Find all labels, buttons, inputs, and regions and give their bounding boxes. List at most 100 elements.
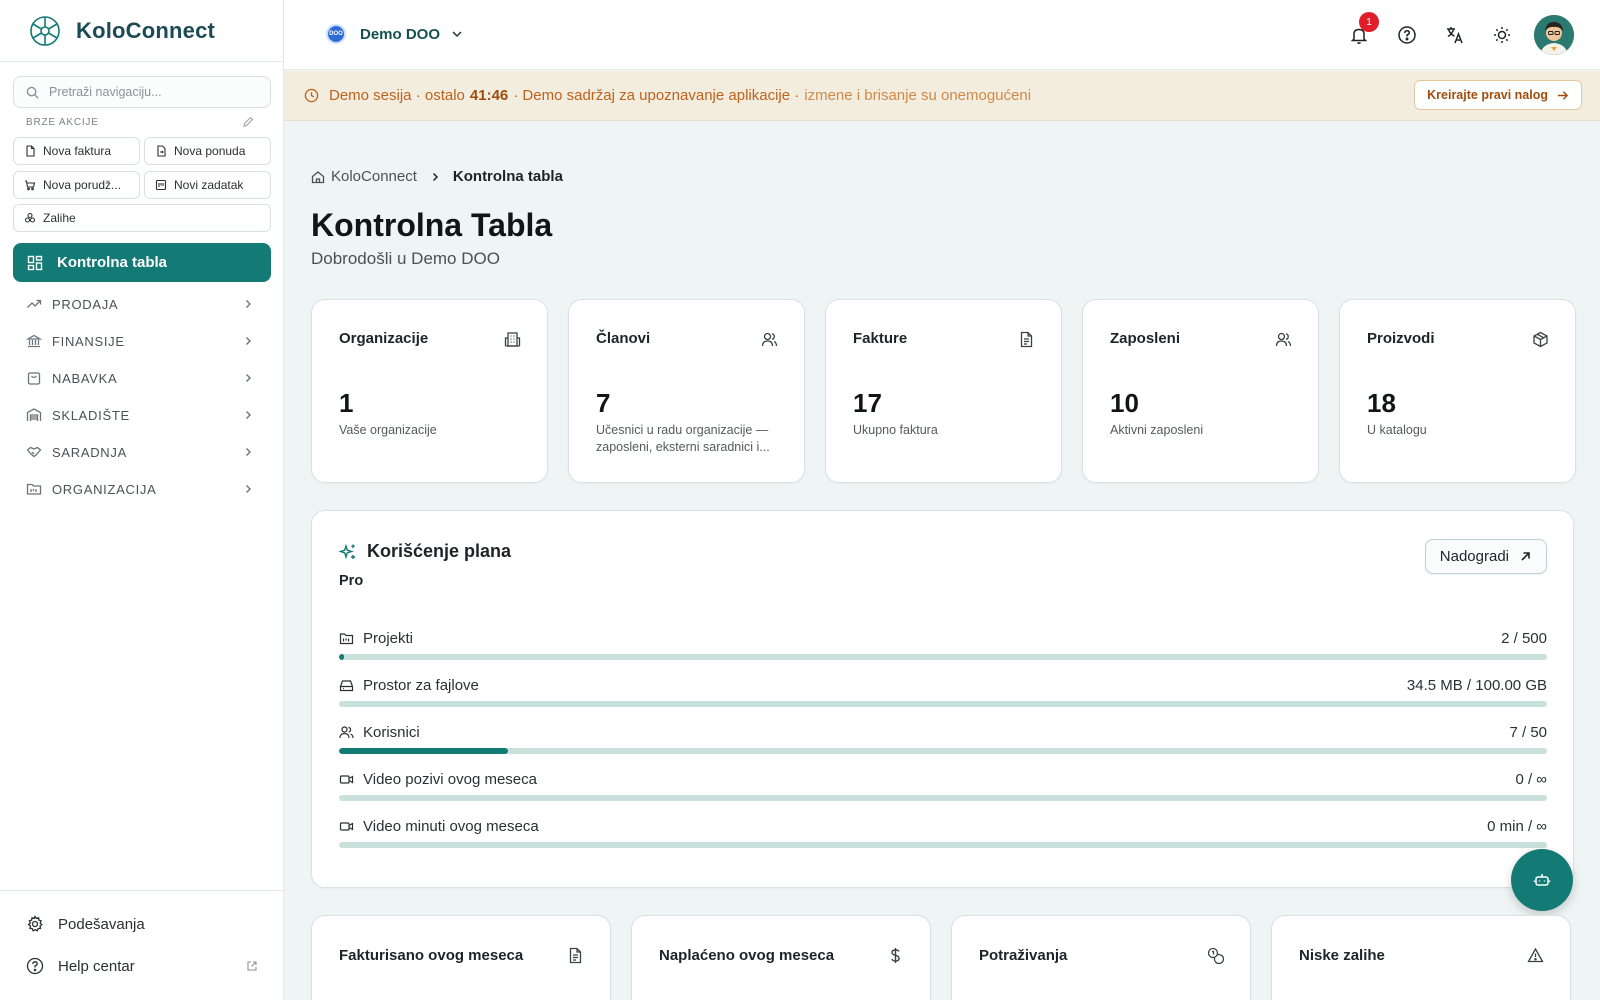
sun-icon[interactable] [1491, 24, 1513, 46]
kpi-label: Fakturisano ovog meseca [339, 947, 524, 964]
chevron-right-icon [432, 172, 438, 181]
stat-label: Članovi [596, 330, 651, 347]
sidebar-section-nabavka[interactable]: NABAVKA [26, 366, 254, 390]
quick-action-label: Nova faktura [43, 144, 112, 158]
stat-value: 1 [339, 388, 354, 418]
clock-icon [304, 88, 319, 103]
quick-action-inventory[interactable]: Zalihe [13, 204, 271, 232]
sidebar-section-organizacija[interactable]: ORGANIZACIJA [26, 477, 254, 501]
gear-icon [27, 915, 43, 932]
trend-icon [27, 299, 42, 308]
kpi-card-receivables[interactable]: Potraživanja [951, 915, 1251, 1000]
warning-icon [1527, 947, 1544, 963]
stat-card-organizations[interactable]: Organizacije 1 Vaše organizacije [311, 299, 548, 483]
breadcrumb-root[interactable]: KoloConnect [331, 168, 417, 185]
usage-progress-track [339, 842, 1547, 848]
folder-icon [26, 483, 42, 495]
quick-action-label: Novi zadatak [174, 178, 244, 192]
grid-icon [27, 255, 43, 270]
search-placeholder: Pretraži navigaciju... [49, 85, 162, 99]
sidebar-section-skladiste[interactable]: SKLADIŠTE [26, 403, 254, 427]
sidebar-section-finansije[interactable]: FINANSIJE [26, 329, 254, 353]
video-icon [339, 775, 354, 784]
sidebar-item-dashboard[interactable]: Kontrolna tabla [13, 243, 271, 282]
sidebar-section-label: SARADNJA [52, 444, 127, 460]
usage-value: 34.5 MB / 100.00 GB [1406, 677, 1547, 694]
handshake-icon [26, 446, 42, 458]
quick-action-new-invoice[interactable]: Nova faktura [13, 137, 140, 165]
translate-icon[interactable] [1444, 24, 1466, 46]
kpi-label: Niske zalihe [1299, 947, 1385, 964]
upgrade-button[interactable]: Nadogradi [1424, 539, 1547, 574]
settings-link[interactable]: Podešavanja [26, 915, 258, 933]
create-account-label: Kreirajte pravi nalog [1427, 88, 1548, 102]
usage-progress-track [339, 795, 1547, 801]
create-account-button[interactable]: Kreirajte pravi nalog [1414, 80, 1582, 110]
app-logo[interactable]: KoloConnect [0, 0, 283, 62]
stat-card-employees[interactable]: Zaposleni 10 Aktivni zaposleni [1082, 299, 1319, 483]
dollar-icon [891, 948, 900, 963]
quick-action-new-task[interactable]: Novi zadatak [144, 171, 271, 199]
sidebar-section-label: PRODAJA [52, 296, 119, 312]
usage-label-text: Video pozivi ovog meseca [363, 771, 537, 788]
kpi-label: Potraživanja [979, 947, 1068, 964]
plan-title-text: Korišćenje plana [367, 541, 512, 561]
usage-progress-track [339, 701, 1547, 707]
users-icon [1275, 332, 1292, 347]
building-icon [504, 332, 521, 347]
nav-search-input[interactable]: Pretraži navigaciju... [13, 76, 271, 108]
usage-label: Projekti [339, 630, 413, 647]
bot-icon [1533, 874, 1551, 886]
user-avatar[interactable] [1534, 15, 1574, 55]
kpi-card-collected-this-month[interactable]: Naplaćeno ovog meseca [631, 915, 931, 1000]
usage-row-projects: Projekti 2 / 500 [339, 630, 1547, 666]
stat-card-members[interactable]: Članovi 7 Učesnici u radu organizacije —… [568, 299, 805, 483]
folder-icon [339, 633, 354, 645]
assistant-fab-button[interactable] [1511, 849, 1573, 911]
stat-card-products[interactable]: Proizvodi 18 U katalogu [1339, 299, 1576, 483]
chevron-right-icon [246, 337, 251, 345]
stat-description: U katalogu [1367, 423, 1427, 437]
stat-card-invoices[interactable]: Fakture 17 Ukupno faktura [825, 299, 1062, 483]
usage-row-storage: Prostor za fajlove 34.5 MB / 100.00 GB [339, 677, 1547, 713]
chevron-right-icon [246, 485, 251, 493]
boxes-icon [24, 212, 36, 223]
arrow-up-right-icon [1521, 552, 1530, 561]
stat-label: Proizvodi [1367, 330, 1435, 347]
usage-progress-fill [339, 654, 344, 660]
kpi-card-invoiced-this-month[interactable]: Fakturisano ovog meseca [311, 915, 611, 1000]
sidebar-section-prodaja[interactable]: PRODAJA [26, 292, 254, 316]
file-arrow-icon [157, 145, 166, 157]
users-icon [761, 332, 778, 347]
demo-session-banner: Demo sesija · ostalo 41:46 · Demo sadrža… [284, 71, 1600, 121]
page-title: Kontrolna Tabla [311, 207, 553, 243]
plan-usage-title: Korišćenje plana [339, 541, 511, 562]
breadcrumb: KoloConnect Kontrolna tabla [311, 168, 563, 185]
document-icon [569, 947, 582, 964]
settings-label: Podešavanja [58, 915, 145, 933]
page-subtitle: Dobrodošli u Demo DOO [311, 249, 500, 268]
help-circle-icon [26, 957, 44, 975]
drive-icon [339, 680, 354, 692]
pencil-icon[interactable] [242, 116, 254, 128]
usage-label-text: Prostor za fajlove [363, 677, 479, 694]
usage-label: Korisnici [339, 724, 420, 741]
org-switcher[interactable]: DOO Demo DOO [326, 24, 464, 44]
kpi-card-low-stock[interactable]: Niske zalihe [1271, 915, 1571, 1000]
quick-actions-header: BRZE AKCIJE [26, 116, 254, 128]
chevron-right-icon [246, 411, 251, 419]
sidebar-section-saradnja[interactable]: SARADNJA [26, 440, 254, 464]
usage-value: 0 / ∞ [1515, 771, 1547, 788]
banner-prefix: Demo sesija · ostalo [329, 87, 465, 104]
arrow-right-icon [1557, 90, 1569, 100]
kpi-label: Naplaćeno ovog meseca [659, 947, 835, 964]
quick-action-new-offer[interactable]: Nova ponuda [144, 137, 271, 165]
help-center-link[interactable]: Help centar [26, 957, 258, 975]
document-icon [1020, 331, 1033, 348]
help-circle-icon[interactable] [1396, 24, 1418, 46]
search-icon [26, 86, 39, 99]
chevron-right-icon [246, 448, 251, 456]
usage-value: 2 / 500 [1501, 630, 1547, 647]
quick-action-new-order[interactable]: Nova porudž... [13, 171, 140, 199]
sparkles-icon [339, 543, 355, 559]
